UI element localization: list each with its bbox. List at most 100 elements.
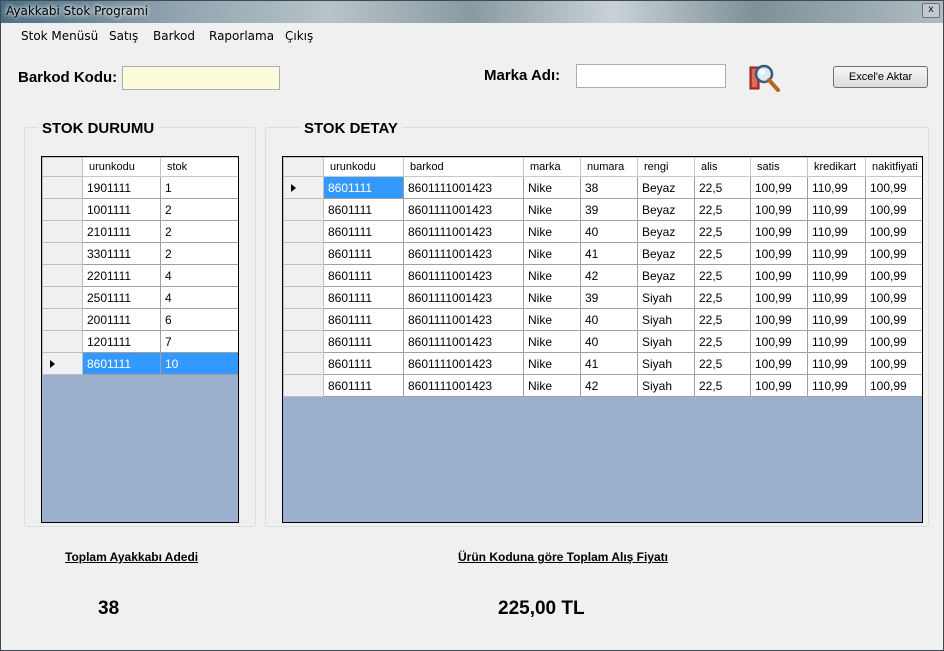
barkod-input[interactable] (122, 66, 280, 90)
table-row[interactable]: 1001111 2 (42, 198, 238, 221)
table-cell[interactable]: 8601111 (323, 264, 404, 287)
table-cell[interactable]: 110,99 (807, 198, 866, 221)
table-cell[interactable]: 8601111 (323, 198, 404, 221)
table-row[interactable]: 8601111 8601111001423 Nike 40 Siyah 22,5 100,9… (283, 308, 922, 331)
table-cell[interactable]: Nike (523, 308, 581, 331)
table-cell[interactable]: Nike (523, 242, 581, 265)
table-cell[interactable]: Beyaz (637, 242, 695, 265)
table-cell[interactable]: 22,5 (694, 330, 751, 353)
table-cell[interactable]: 110,99 (807, 264, 866, 287)
table-cell[interactable]: 100,99 (865, 198, 922, 221)
close-button[interactable]: x (922, 3, 940, 18)
table-row[interactable]: 8601111 8601111001423 Nike 42 Beyaz 22,5 100,9… (283, 264, 922, 287)
table-cell[interactable]: 100,99 (865, 286, 922, 309)
menu-barkod[interactable]: Barkod (153, 29, 195, 43)
table-cell[interactable]: Nike (523, 374, 581, 397)
table-cell[interactable]: 2 (160, 242, 238, 265)
table-cell[interactable]: Nike (523, 286, 581, 309)
table-cell[interactable]: 100,99 (750, 264, 808, 287)
row-header[interactable] (42, 352, 83, 375)
table-cell[interactable]: 38 (580, 176, 638, 199)
table-cell[interactable]: 2501111 (82, 286, 161, 309)
table-cell[interactable]: 100,99 (750, 374, 808, 397)
table-row[interactable]: 8601111 8601111001423 Nike 39 Siyah 22,5 100,9… (283, 286, 922, 309)
table-cell[interactable]: Nike (523, 198, 581, 221)
table-cell[interactable]: 22,5 (694, 286, 751, 309)
row-header[interactable] (283, 198, 324, 221)
column-header[interactable]: urunkodu (82, 157, 161, 177)
column-header[interactable]: numara (580, 157, 638, 177)
table-cell[interactable]: 41 (580, 352, 638, 375)
menu-stok[interactable]: Stok Menüsü (21, 29, 98, 43)
row-header[interactable] (283, 242, 324, 265)
menu-cikis[interactable]: Çıkış (285, 29, 313, 43)
table-cell[interactable]: 8601111 (323, 352, 404, 375)
magnifier-icon[interactable] (747, 61, 781, 93)
table-cell[interactable]: 110,99 (807, 374, 866, 397)
table-cell[interactable]: 4 (160, 264, 238, 287)
table-row[interactable]: 8601111 8601111001423 Nike 39 Beyaz 22,5 100,9… (283, 198, 922, 221)
table-cell[interactable]: 7 (160, 330, 238, 353)
table-cell[interactable]: 8601111001423 (403, 308, 524, 331)
table-cell[interactable]: 110,99 (807, 352, 866, 375)
table-cell[interactable]: Beyaz (637, 264, 695, 287)
stok-durumu-grid[interactable]: urunkodu stok 1901111 1 1001111 2 2101111 2 330… (41, 156, 239, 523)
row-header[interactable] (283, 374, 324, 397)
table-cell[interactable]: Beyaz (637, 176, 695, 199)
table-cell[interactable]: 39 (580, 286, 638, 309)
table-cell[interactable]: 100,99 (750, 308, 808, 331)
table-row[interactable]: 8601111 8601111001423 Nike 38 Beyaz 22,5 100,9… (283, 176, 922, 199)
table-cell[interactable]: 22,5 (694, 352, 751, 375)
table-cell[interactable]: 2001111 (82, 308, 161, 331)
row-header[interactable] (283, 176, 324, 199)
table-cell[interactable]: 22,5 (694, 220, 751, 243)
table-cell[interactable]: Siyah (637, 352, 695, 375)
table-row[interactable]: 2201111 4 (42, 264, 238, 287)
table-cell[interactable]: Nike (523, 220, 581, 243)
marka-input[interactable] (576, 64, 726, 88)
title-bar[interactable]: Ayakkabi Stok Programi x (1, 1, 943, 23)
column-header[interactable]: stok (160, 157, 238, 177)
table-cell[interactable]: 110,99 (807, 308, 866, 331)
table-cell[interactable]: 110,99 (807, 330, 866, 353)
table-row[interactable]: 2001111 6 (42, 308, 238, 331)
table-cell[interactable]: 22,5 (694, 374, 751, 397)
table-cell[interactable]: 8601111 (323, 220, 404, 243)
table-cell[interactable]: 100,99 (750, 242, 808, 265)
row-header[interactable] (283, 286, 324, 309)
table-cell[interactable]: 8601111001423 (403, 198, 524, 221)
table-cell[interactable]: 4 (160, 286, 238, 309)
table-cell[interactable]: 100,99 (865, 374, 922, 397)
table-cell[interactable]: 100,99 (865, 176, 922, 199)
table-cell[interactable]: Siyah (637, 374, 695, 397)
table-cell[interactable]: 100,99 (750, 176, 808, 199)
table-cell[interactable]: 22,5 (694, 242, 751, 265)
row-header[interactable] (42, 176, 83, 199)
table-cell[interactable]: 8601111 (323, 330, 404, 353)
table-cell[interactable]: 22,5 (694, 176, 751, 199)
table-row[interactable]: 1201111 7 (42, 330, 238, 353)
menu-satis[interactable]: Satış (109, 29, 138, 43)
table-cell[interactable]: 40 (580, 330, 638, 353)
table-cell[interactable]: Nike (523, 176, 581, 199)
table-cell[interactable]: Nike (523, 264, 581, 287)
table-cell[interactable]: 100,99 (865, 242, 922, 265)
table-cell[interactable]: 8601111 (323, 242, 404, 265)
table-cell[interactable]: 100,99 (750, 286, 808, 309)
table-cell[interactable]: 100,99 (865, 220, 922, 243)
column-header[interactable]: urunkodu (323, 157, 404, 177)
table-cell[interactable]: 8601111001423 (403, 264, 524, 287)
table-cell[interactable]: 8601111001423 (403, 176, 524, 199)
table-cell[interactable]: 42 (580, 264, 638, 287)
table-cell[interactable]: Siyah (637, 308, 695, 331)
table-cell[interactable]: 100,99 (750, 198, 808, 221)
table-cell[interactable]: Siyah (637, 330, 695, 353)
table-cell[interactable]: 22,5 (694, 308, 751, 331)
table-cell[interactable]: Beyaz (637, 220, 695, 243)
row-header[interactable] (283, 220, 324, 243)
table-row[interactable]: 1901111 1 (42, 176, 238, 199)
table-cell[interactable]: 8601111001423 (403, 352, 524, 375)
table-row[interactable]: 8601111 10 (42, 352, 238, 375)
table-cell[interactable]: 8601111001423 (403, 374, 524, 397)
table-cell[interactable]: 8601111001423 (403, 242, 524, 265)
